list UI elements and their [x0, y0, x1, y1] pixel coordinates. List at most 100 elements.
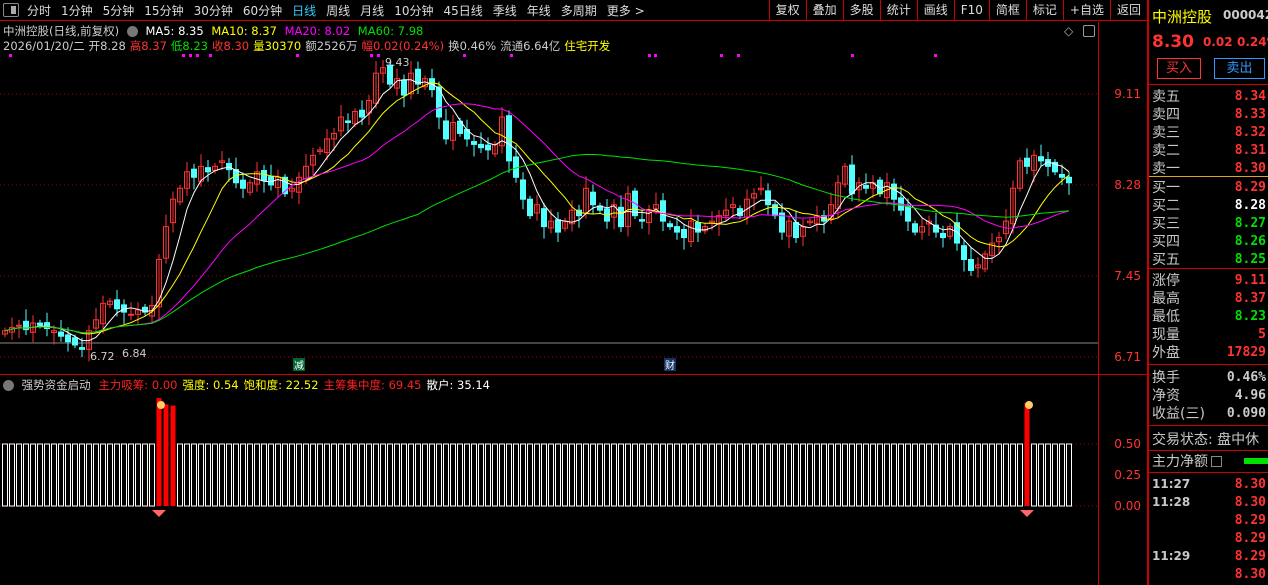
hand-cursor-icon — [157, 401, 165, 409]
indicator-bar — [408, 443, 414, 507]
quote-value: 8.29 — [1234, 530, 1266, 546]
indicator-bar — [737, 443, 743, 507]
candle-body — [660, 200, 666, 222]
quote-label: 卖一 — [1152, 161, 1180, 177]
quote-value: 4.96 — [1234, 387, 1266, 403]
quote-label: 净资 — [1152, 388, 1180, 404]
indicator-bar — [380, 443, 386, 507]
quote-label: 买一 — [1152, 180, 1180, 196]
indicator-bar — [1010, 443, 1016, 507]
candle-body — [961, 245, 967, 260]
candle-body — [1066, 176, 1072, 184]
signal-dot — [934, 54, 937, 57]
quote-value: 0.090 — [1226, 405, 1266, 421]
quote-label: 收益(三) — [1152, 406, 1205, 422]
toolbar-button[interactable]: 返回 — [1109, 0, 1147, 21]
indicator-bar — [618, 443, 624, 507]
indicator-bar — [800, 443, 806, 507]
quote-value: 8.25 — [1234, 251, 1266, 267]
indicator-bar — [443, 443, 449, 507]
indicator-bar — [723, 443, 729, 507]
indicator-bar — [576, 443, 582, 507]
signal-dot — [648, 54, 651, 57]
indicator-bar — [30, 443, 36, 507]
candle-body — [541, 208, 547, 228]
candle-body — [674, 226, 680, 233]
indicator-axis-label: 0.25 — [1114, 468, 1141, 482]
indicator-bar — [303, 443, 309, 507]
kline-chart[interactable]: 9.43 6.72 6.84 减 财 — [0, 0, 1098, 585]
quote-row: 买五 8.25 — [1152, 250, 1266, 269]
indicator-bar — [660, 443, 666, 507]
indicator-bar — [254, 443, 260, 507]
candle-body — [37, 322, 43, 326]
indicator-bar — [37, 443, 43, 507]
divider — [1149, 364, 1268, 365]
hand-cursor-icon — [1025, 401, 1033, 409]
indicator-bar — [590, 443, 596, 507]
candle-body — [891, 183, 897, 200]
quote-panel: 中洲控股 000042 8.30 0.02 0.24% 买入 卖出 卖五 8.34… — [1147, 0, 1268, 585]
quote-value: 5 — [1258, 326, 1266, 342]
signal-bar — [163, 404, 169, 506]
indicator-bar — [1059, 443, 1065, 507]
quote-row: 净资 4.96 — [1152, 386, 1266, 405]
signal-bar — [170, 405, 176, 506]
indicator-bar — [688, 443, 694, 507]
indicator-value: 主力吸筹: 0.00 — [98, 378, 178, 392]
indicator-bar — [1038, 443, 1044, 507]
indicator-bar — [492, 443, 498, 507]
indicator-collapse-icon[interactable] — [3, 380, 14, 391]
list-icon[interactable] — [1211, 455, 1222, 467]
indicator-bar — [331, 443, 337, 507]
indicator-bar — [604, 443, 610, 507]
quote-row: 外盘 17829 — [1152, 343, 1266, 362]
indicator-bar — [954, 443, 960, 507]
indicator-bar — [513, 443, 519, 507]
quote-value: 8.26 — [1234, 233, 1266, 249]
quote-value: 8.30 — [1234, 476, 1266, 492]
signal-bar — [156, 398, 162, 506]
indicator-bar — [527, 443, 533, 507]
candle-body — [793, 221, 799, 239]
price-change-pct: 0.24% — [1237, 35, 1268, 49]
indicator-bar — [450, 443, 456, 507]
signal-dot — [654, 54, 657, 57]
indicator-bar — [653, 443, 659, 507]
quote-value: 8.30 — [1234, 160, 1266, 176]
indicator-bar — [884, 443, 890, 507]
indicator-bar — [44, 443, 50, 507]
indicator-bar — [485, 443, 491, 507]
indicator-bar — [429, 443, 435, 507]
stock-code: 000042 — [1223, 8, 1268, 22]
candle-body — [471, 141, 477, 145]
buy-button[interactable]: 买入 — [1157, 58, 1201, 79]
quote-row: 买四 8.26 — [1152, 232, 1266, 251]
candle-body — [485, 144, 491, 151]
indicator-bar — [149, 443, 155, 507]
quote-value: 8.31 — [1234, 142, 1266, 158]
indicator-bar — [296, 443, 302, 507]
quote-value: 8.29 — [1234, 179, 1266, 195]
quote-value: 8.30 — [1234, 494, 1266, 510]
signal-dot — [463, 54, 466, 57]
indicator-bar — [107, 443, 113, 507]
indicator-axis-label: 0.00 — [1114, 499, 1141, 513]
indicator-bar — [828, 443, 834, 507]
quote-value: 8.23 — [1234, 308, 1266, 324]
quote-value: 8.27 — [1234, 215, 1266, 231]
quote-label: 涨停 — [1152, 273, 1180, 289]
indicator-bar — [926, 443, 932, 507]
axis-label: 9.11 — [1114, 87, 1141, 101]
candle-body — [359, 109, 365, 118]
sell-button[interactable]: 卖出 — [1214, 58, 1265, 79]
candle-body — [590, 191, 596, 206]
diamond-marker-icon — [1020, 510, 1034, 517]
indicator-bar — [471, 443, 477, 507]
candle-body — [114, 299, 120, 310]
quote-row: 换手 0.46% — [1152, 368, 1266, 387]
indicator-bar — [79, 443, 85, 507]
quote-label: 11:29 — [1152, 549, 1191, 563]
indicator-bar — [247, 443, 253, 507]
quote-row: 最低 8.23 — [1152, 307, 1266, 326]
